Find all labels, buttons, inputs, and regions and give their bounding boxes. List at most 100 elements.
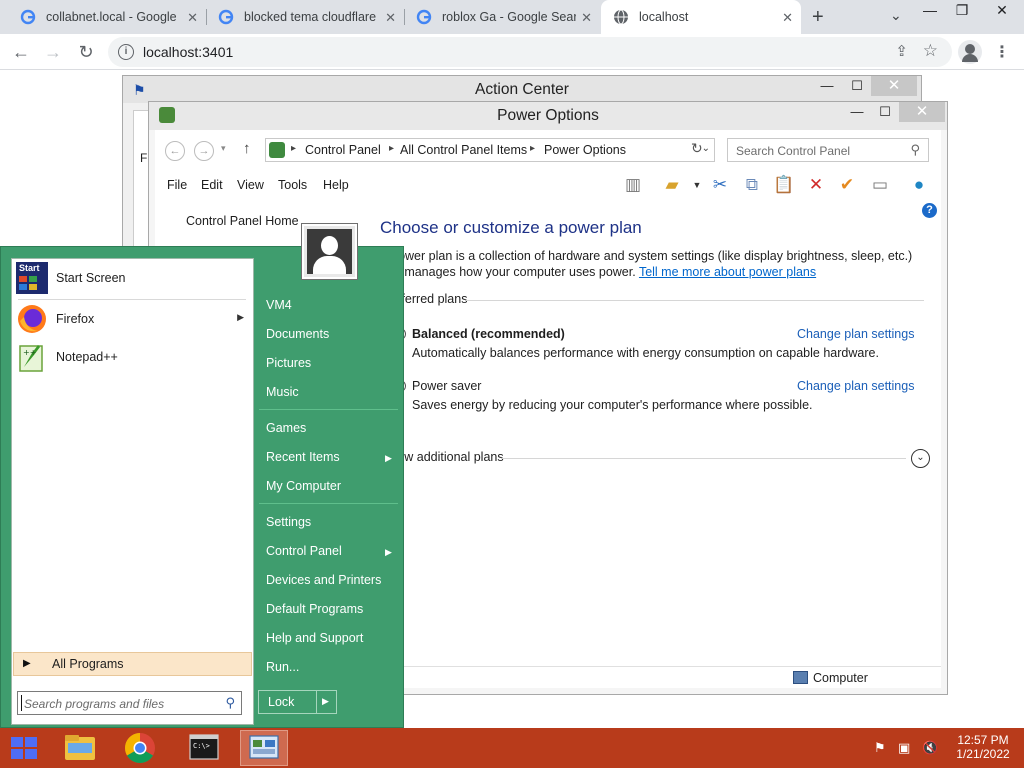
balanced-change-plan-link[interactable]: Change plan settings	[797, 327, 914, 341]
start-menu-link-devices-printers[interactable]: Devices and Printers	[266, 573, 381, 587]
tab-close-icon[interactable]: ✕	[581, 10, 592, 26]
new-tab-button[interactable]: +	[812, 6, 824, 29]
breadcrumb-all-items[interactable]: All Control Panel Items	[400, 143, 527, 157]
folder-options-icon[interactable]: ▰	[660, 174, 684, 196]
globe-icon[interactable]: ●	[907, 174, 931, 196]
minimize-icon[interactable]: —	[843, 102, 871, 122]
address-bar[interactable]: i localhost:3401 ⇪ ☆	[108, 37, 952, 67]
more-menu-icon[interactable]: ⋮	[994, 42, 1010, 62]
maximize-icon[interactable]: ☐	[843, 76, 871, 96]
close-icon[interactable]: ✕	[899, 102, 945, 122]
minimize-icon[interactable]: —	[914, 0, 946, 20]
taskbar-app-control-panel[interactable]	[240, 730, 288, 766]
breadcrumb-control-panel[interactable]: Control Panel	[305, 143, 381, 157]
lock-button[interactable]: Lock ▶	[258, 690, 337, 714]
start-menu-link-run[interactable]: Run...	[266, 660, 299, 674]
info-icon[interactable]: i	[118, 44, 134, 60]
start-menu-link-recent-items[interactable]: Recent Items	[266, 450, 340, 464]
chevron-right-icon[interactable]: ▶	[385, 547, 392, 558]
menu-file[interactable]: File	[167, 178, 187, 192]
browser-tab-active[interactable]: localhost ✕	[601, 0, 801, 34]
start-menu-link-music[interactable]: Music	[266, 385, 299, 399]
start-menu-link-documents[interactable]: Documents	[266, 327, 329, 341]
start-menu-item-start-screen[interactable]: Start Start Screen	[16, 261, 250, 295]
search-programs-input[interactable]: Search programs and files ⚲	[17, 691, 242, 715]
action-center-flag-icon[interactable]: ⚑	[874, 740, 886, 756]
bookmark-star-icon[interactable]: ☆	[923, 41, 938, 61]
layout-pane-icon[interactable]: ▥	[621, 174, 645, 196]
menu-edit[interactable]: Edit	[201, 178, 223, 192]
refresh-icon[interactable]: ↻	[691, 140, 703, 157]
profile-avatar-icon[interactable]	[958, 40, 982, 64]
rename-icon[interactable]: ▭	[868, 174, 892, 196]
power-saver-plan-name[interactable]: Power saver	[412, 379, 481, 393]
browser-tab-3[interactable]: roblox Ga - Google Search ✕	[404, 0, 600, 34]
volume-muted-icon[interactable]: 🔇	[922, 740, 938, 756]
start-menu-link-games[interactable]: Games	[266, 421, 306, 435]
taskbar-app-chrome[interactable]	[116, 730, 164, 766]
tab-close-icon[interactable]: ✕	[187, 10, 198, 26]
back-arrow-icon[interactable]: ←	[165, 141, 185, 161]
menu-tools[interactable]: Tools	[278, 178, 307, 192]
expand-chevron-icon[interactable]: ⌄	[911, 449, 930, 468]
menu-help[interactable]: Help	[323, 178, 349, 192]
chevron-right-icon[interactable]: ▶	[237, 312, 244, 323]
start-menu-link-pictures[interactable]: Pictures	[266, 356, 311, 370]
browser-tab-2[interactable]: blocked tema cloudflare - Google Search …	[206, 0, 404, 34]
start-menu-link-default-programs[interactable]: Default Programs	[266, 602, 363, 616]
chevron-right-icon[interactable]: ▶	[322, 696, 329, 707]
help-icon[interactable]: ?	[922, 203, 937, 218]
start-menu-link-help-support[interactable]: Help and Support	[266, 631, 363, 645]
taskbar-app-command-prompt[interactable]: C:\>	[180, 730, 228, 766]
tab-close-icon[interactable]: ✕	[385, 10, 396, 26]
chevron-down-icon[interactable]: ⌄	[702, 143, 710, 154]
start-button[interactable]	[0, 728, 48, 768]
properties-check-icon[interactable]: ✔	[835, 174, 859, 196]
recent-pages-chevron-icon[interactable]: ▾	[221, 143, 226, 154]
start-menu-link-control-panel[interactable]: Control Panel	[266, 544, 342, 558]
delete-icon[interactable]: ✕	[804, 174, 828, 196]
system-clock[interactable]: 12:57 PM 1/21/2022	[948, 733, 1018, 761]
forward-arrow-icon[interactable]: →	[194, 141, 214, 161]
user-avatar[interactable]	[302, 224, 357, 279]
back-arrow-icon[interactable]: ←	[10, 41, 32, 63]
close-icon[interactable]: ✕	[871, 76, 917, 96]
maximize-icon[interactable]: ☐	[871, 102, 899, 122]
all-programs-button[interactable]: ▶ All Programs	[13, 652, 252, 676]
start-menu-link-my-computer[interactable]: My Computer	[266, 479, 341, 493]
taskbar-app-file-explorer[interactable]	[56, 730, 104, 766]
browser-tab-1[interactable]: collabnet.local - Google Search ✕	[8, 0, 206, 34]
start-menu-item-firefox[interactable]: Firefox ▶	[16, 302, 250, 336]
paste-icon[interactable]: 📋	[772, 174, 796, 196]
search-icon[interactable]: ⚲	[910, 142, 920, 158]
chevron-right-icon[interactable]: ▶	[385, 453, 392, 464]
explorer-breadcrumb-bar[interactable]: ▸ Control Panel ▸ All Control Panel Item…	[265, 138, 715, 162]
power-saver-change-plan-link[interactable]: Change plan settings	[797, 379, 914, 393]
restore-icon[interactable]: ❐	[946, 0, 978, 20]
search-control-panel-input[interactable]: Search Control Panel ⚲	[727, 138, 929, 162]
menu-view[interactable]: View	[237, 178, 264, 192]
chevron-right-icon[interactable]: ▸	[389, 143, 394, 154]
tell-me-more-link[interactable]: Tell me more about power plans	[639, 265, 816, 279]
search-icon[interactable]: ⚲	[225, 695, 235, 711]
tab-close-icon[interactable]: ✕	[782, 10, 793, 26]
forward-arrow-icon[interactable]: →	[42, 41, 64, 63]
network-icon[interactable]: ▣	[898, 740, 910, 756]
control-panel-home-link[interactable]: Control Panel Home	[186, 214, 299, 228]
up-arrow-icon[interactable]: ↑	[243, 140, 251, 157]
copy-icon[interactable]: ⧉	[740, 174, 764, 196]
cut-icon[interactable]: ✂	[708, 174, 732, 196]
chevron-right-icon[interactable]: ▸	[530, 143, 535, 154]
minimize-icon[interactable]: —	[813, 76, 841, 96]
chevron-right-icon[interactable]: ▸	[291, 143, 296, 154]
balanced-plan-name[interactable]: Balanced (recommended)	[412, 327, 565, 341]
share-icon[interactable]: ⇪	[895, 42, 908, 60]
chevron-down-icon[interactable]: ▼	[685, 174, 709, 196]
reload-icon[interactable]: ↻	[75, 41, 97, 63]
close-icon[interactable]: ✕	[986, 0, 1018, 20]
chevron-down-icon[interactable]: ⌄	[890, 7, 902, 24]
start-menu-link-settings[interactable]: Settings	[266, 515, 311, 529]
breadcrumb-power-options[interactable]: Power Options	[544, 143, 626, 157]
start-menu-item-notepad-plus-plus[interactable]: ++ Notepad++	[16, 340, 250, 374]
start-menu-link-vm4[interactable]: VM4	[266, 298, 292, 312]
